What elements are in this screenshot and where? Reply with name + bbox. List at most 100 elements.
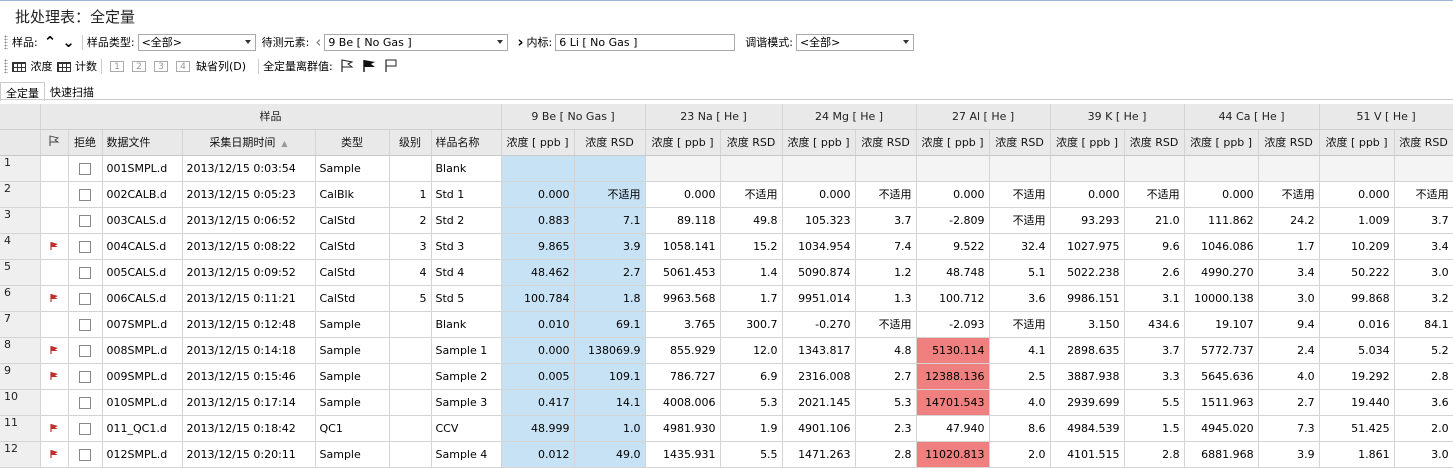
col-header-conc[interactable]: 浓度 [ ppb ] — [1184, 129, 1259, 156]
conc-cell[interactable]: 5772.737 — [1184, 337, 1259, 364]
conc-cell[interactable]: 1343.817 — [782, 337, 856, 364]
rsd-cell[interactable]: 300.7 — [720, 311, 783, 338]
conc-cell[interactable]: 0.000 — [501, 181, 575, 208]
table-row[interactable]: 10 010SMPL.d 2013/12/15 0:17:14 Sample Sampl… — [0, 389, 1453, 416]
row-number[interactable]: 8 — [0, 337, 41, 364]
table-row[interactable]: 6 006CALS.d 2013/12/15 0:11:21 CalStd 5 Std 5… — [0, 285, 1453, 312]
reject-checkbox-cell[interactable] — [68, 207, 103, 234]
reject-checkbox[interactable] — [79, 292, 91, 305]
row-flag-cell[interactable] — [40, 311, 69, 338]
rsd-cell[interactable]: 2.0 — [989, 441, 1051, 468]
conc-cell[interactable]: 786.727 — [645, 363, 721, 390]
rsd-cell[interactable]: 5.3 — [720, 389, 783, 416]
conc-cell[interactable]: 9.522 — [916, 233, 990, 260]
rsd-cell[interactable]: 109.1 — [574, 363, 646, 390]
conc-cell[interactable]: 5090.874 — [782, 259, 856, 286]
col-header-conc[interactable]: 浓度 [ ppb ] — [782, 129, 856, 156]
tab-quick-scan[interactable]: 快速扫描 — [45, 82, 99, 100]
row-number[interactable]: 2 — [0, 181, 41, 208]
col-header-conc[interactable]: 浓度 [ ppb ] — [501, 129, 575, 156]
conc-cell[interactable]: 0.005 — [501, 363, 575, 390]
reject-checkbox-cell[interactable] — [68, 285, 103, 312]
row-number[interactable]: 9 — [0, 363, 41, 390]
conc-cell[interactable] — [1184, 155, 1259, 182]
rsd-cell[interactable]: 2.0 — [1394, 415, 1453, 442]
conc-cell[interactable]: 0.000 — [916, 181, 990, 208]
rsd-cell[interactable]: 1.2 — [855, 259, 917, 286]
rsd-cell[interactable]: 7.4 — [855, 233, 917, 260]
conc-cell[interactable]: 100.784 — [501, 285, 575, 312]
conc-cell[interactable]: 4008.006 — [645, 389, 721, 416]
reject-checkbox-cell[interactable] — [68, 441, 103, 468]
rsd-cell[interactable]: 5.1 — [989, 259, 1051, 286]
col-header-rsd[interactable]: 浓度 RSD — [1394, 129, 1453, 156]
conc-cell[interactable]: 0.000 — [501, 337, 575, 364]
conc-cell[interactable]: 0.000 — [782, 181, 856, 208]
conc-cell[interactable]: 105.323 — [782, 207, 856, 234]
rsd-cell[interactable]: 1.0 — [574, 415, 646, 442]
rsd-cell[interactable]: 1.4 — [720, 259, 783, 286]
col-header-rsd[interactable]: 浓度 RSD — [989, 129, 1051, 156]
rsd-cell[interactable]: 3.7 — [1124, 337, 1185, 364]
conc-cell[interactable]: 0.016 — [1319, 311, 1395, 338]
rsd-cell[interactable] — [1124, 155, 1185, 182]
row-number[interactable]: 12 — [0, 441, 41, 468]
conc-cell[interactable]: 1058.141 — [645, 233, 721, 260]
col-header-datetime[interactable]: 采集日期时间 ▲ — [182, 129, 316, 156]
conc-cell[interactable]: 2021.145 — [782, 389, 856, 416]
conc-cell[interactable]: 0.000 — [1319, 181, 1395, 208]
rsd-cell[interactable]: 2.8 — [1394, 363, 1453, 390]
rsd-cell[interactable]: 3.7 — [1394, 207, 1453, 234]
conc-cell[interactable]: 19.292 — [1319, 363, 1395, 390]
conc-cell[interactable]: 9.865 — [501, 233, 575, 260]
conc-cell[interactable]: -2.809 — [916, 207, 990, 234]
conc-cell[interactable] — [1050, 155, 1125, 182]
reject-checkbox[interactable] — [79, 370, 91, 383]
row-flag-cell[interactable] — [40, 233, 69, 260]
rsd-cell[interactable]: 434.6 — [1124, 311, 1185, 338]
reject-checkbox-cell[interactable] — [68, 337, 103, 364]
reject-checkbox[interactable] — [79, 266, 91, 279]
flag-filled-icon[interactable] — [361, 59, 377, 73]
conc-cell[interactable] — [501, 155, 575, 182]
table-row[interactable]: 11 011_QC1.d 2013/12/15 0:18:42 QC1 CCV 48.99… — [0, 415, 1453, 442]
conc-cell[interactable]: 3887.938 — [1050, 363, 1125, 390]
rsd-cell[interactable]: 不适用 — [1124, 181, 1185, 208]
rsd-cell[interactable]: 2.6 — [1124, 259, 1185, 286]
conc-cell[interactable]: 19.107 — [1184, 311, 1259, 338]
rsd-cell[interactable]: 3.0 — [1258, 285, 1320, 312]
conc-cell[interactable]: 9986.151 — [1050, 285, 1125, 312]
conc-cell[interactable]: 0.000 — [1050, 181, 1125, 208]
conc-cell[interactable]: 5645.636 — [1184, 363, 1259, 390]
reject-checkbox[interactable] — [79, 162, 91, 175]
conc-cell[interactable]: 0.417 — [501, 389, 575, 416]
col-header-rsd[interactable]: 浓度 RSD — [720, 129, 783, 156]
col-header-conc[interactable]: 浓度 [ ppb ] — [1319, 129, 1395, 156]
reject-checkbox-cell[interactable] — [68, 363, 103, 390]
conc-cell[interactable]: 51.425 — [1319, 415, 1395, 442]
conc-cell[interactable]: 6881.968 — [1184, 441, 1259, 468]
rsd-cell[interactable]: 15.2 — [720, 233, 783, 260]
row-flag-cell[interactable] — [40, 441, 69, 468]
rsd-cell[interactable]: 3.1 — [1124, 285, 1185, 312]
conc-cell[interactable]: 2939.699 — [1050, 389, 1125, 416]
rsd-cell[interactable]: 不适用 — [989, 207, 1051, 234]
rsd-cell[interactable]: 3.7 — [855, 207, 917, 234]
rsd-cell[interactable]: 4.1 — [989, 337, 1051, 364]
rsd-cell[interactable]: 32.4 — [989, 233, 1051, 260]
conc-cell[interactable]: 14701.543 — [916, 389, 990, 416]
rsd-cell[interactable]: 21.0 — [1124, 207, 1185, 234]
rsd-cell[interactable]: 138069.9 — [574, 337, 646, 364]
conc-cell[interactable]: 0.012 — [501, 441, 575, 468]
layout-2-button[interactable]: 2 — [132, 60, 146, 72]
sample-type-select[interactable]: <全部> — [137, 33, 256, 51]
conc-cell[interactable]: 4984.539 — [1050, 415, 1125, 442]
conc-cell[interactable]: 3.765 — [645, 311, 721, 338]
reject-checkbox-cell[interactable] — [68, 415, 103, 442]
rsd-cell[interactable]: 24.2 — [1258, 207, 1320, 234]
col-header-datafile[interactable]: 数据文件 — [102, 129, 183, 156]
conc-cell[interactable]: 99.868 — [1319, 285, 1395, 312]
row-number[interactable]: 4 — [0, 233, 41, 260]
col-header-level[interactable]: 级别 — [389, 129, 432, 156]
conc-cell[interactable]: -0.270 — [782, 311, 856, 338]
